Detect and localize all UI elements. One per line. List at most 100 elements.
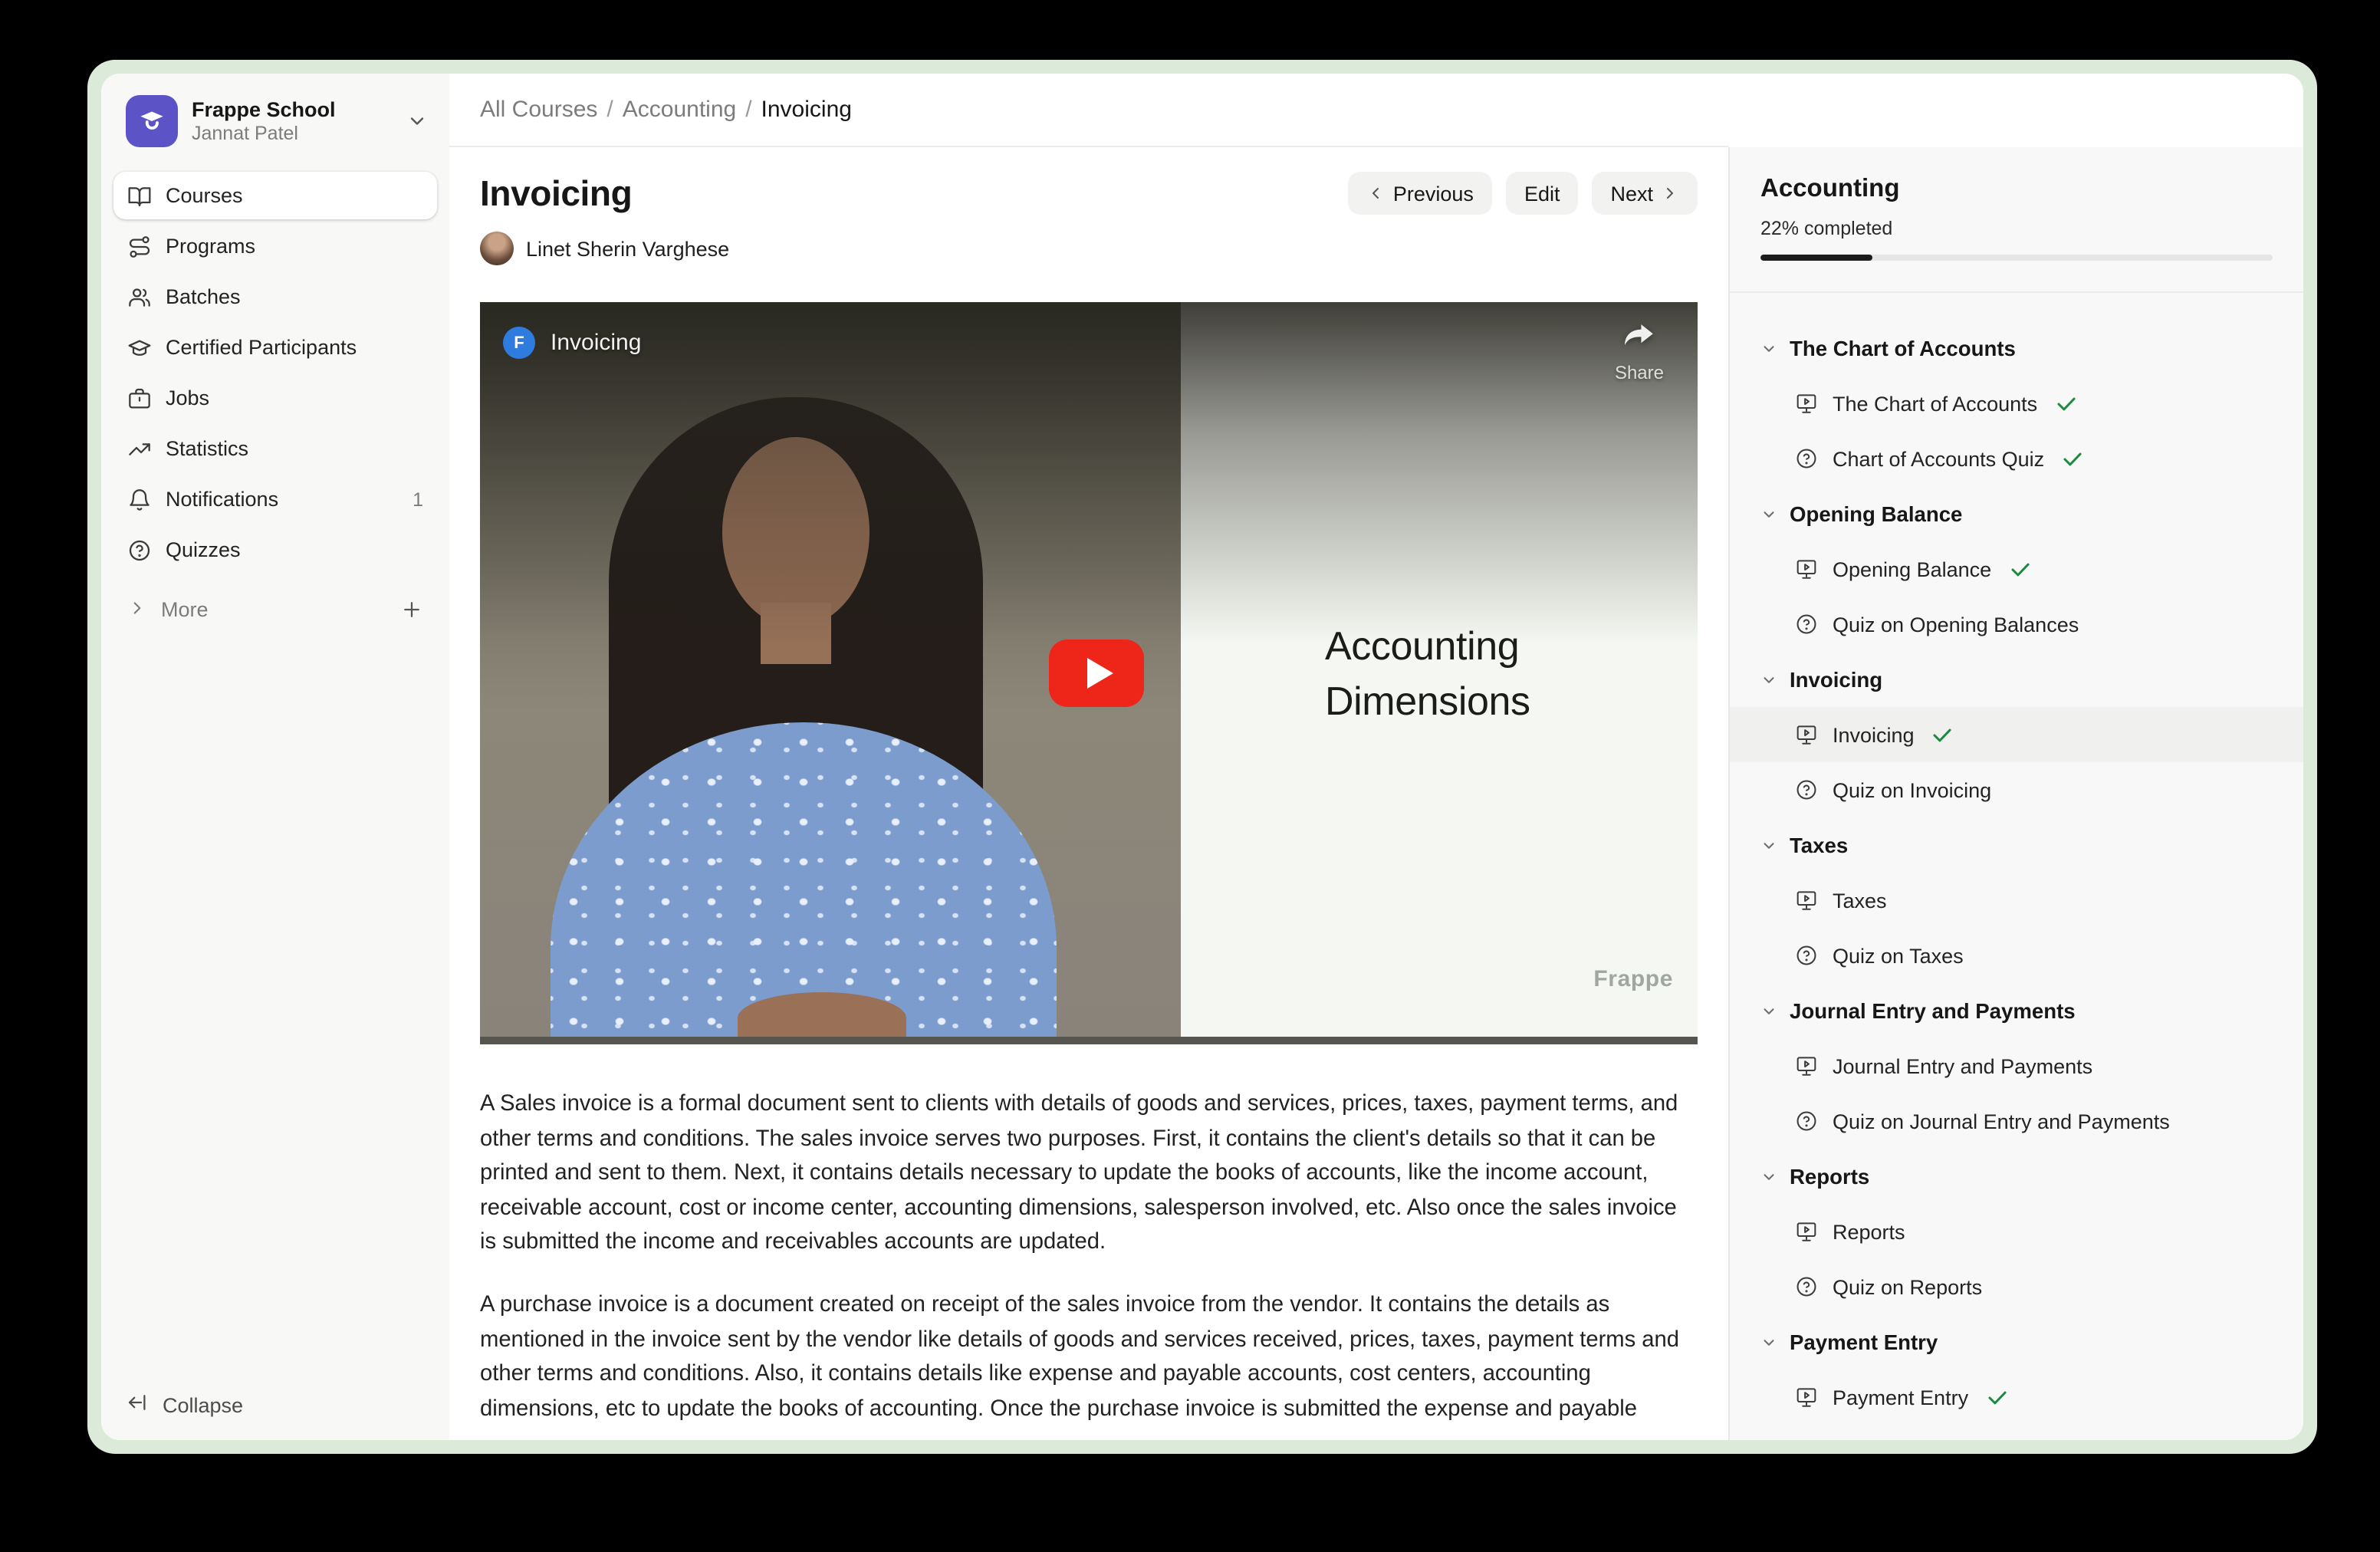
play-button[interactable] xyxy=(1049,640,1144,707)
outline-item-journal-entry-and-payments[interactable]: Journal Entry and Payments xyxy=(1730,1038,2303,1093)
outline-item-the-chart-of-accounts[interactable]: The Chart of Accounts xyxy=(1730,376,2303,431)
sidebar-nav: Courses Programs Batches Certified Parti… xyxy=(101,166,449,574)
notification-count-badge: 1 xyxy=(413,488,423,510)
sidebar-item-jobs[interactable]: Jobs xyxy=(113,374,437,422)
app-frame: Frappe School Jannat Patel Courses Progr… xyxy=(87,60,2317,1454)
outline-item-opening-balance[interactable]: Opening Balance xyxy=(1730,541,2303,597)
check-icon xyxy=(2008,557,2031,580)
outline-section-payment-entry[interactable]: Payment Entry xyxy=(1730,1314,2303,1370)
author-name: Linet Sherin Varghese xyxy=(526,237,729,260)
lesson-icon xyxy=(1794,722,1819,747)
bell-icon xyxy=(127,487,152,511)
chevron-right-icon xyxy=(1661,184,1679,202)
sidebar: Frappe School Jannat Patel Courses Progr… xyxy=(101,74,449,1440)
workspace-switcher[interactable]: Frappe School Jannat Patel xyxy=(101,74,449,166)
check-icon xyxy=(1985,1386,2008,1409)
book-open-icon xyxy=(127,183,152,208)
sidebar-item-courses[interactable]: Courses xyxy=(113,172,437,219)
collapse-sidebar-button[interactable]: Collapse xyxy=(101,1370,449,1440)
collapse-icon xyxy=(126,1391,149,1419)
outline-item-quiz-on-invoicing[interactable]: Quiz on Invoicing xyxy=(1730,762,2303,817)
frappe-watermark: Frappe xyxy=(1593,966,1673,992)
channel-avatar: F xyxy=(503,327,535,359)
next-button[interactable]: Next xyxy=(1592,172,1698,215)
video-title-overlay[interactable]: F Invoicing xyxy=(503,327,641,359)
lesson-content: Invoicing Previous Edit Next xyxy=(449,147,1728,1440)
outline-section-invoicing[interactable]: Invoicing xyxy=(1730,652,2303,707)
outline-item-quiz-on-opening-balances[interactable]: Quiz on Opening Balances xyxy=(1730,597,2303,652)
breadcrumb-all-courses[interactable]: All Courses xyxy=(480,97,597,123)
quiz-icon xyxy=(1794,778,1819,802)
course-title: Accounting xyxy=(1760,175,2273,204)
users-icon xyxy=(127,284,152,309)
chevron-right-icon xyxy=(127,597,147,622)
sidebar-item-certified-participants[interactable]: Certified Participants xyxy=(113,324,437,371)
outline-section-journal-entry-and-payments[interactable]: Journal Entry and Payments xyxy=(1730,983,2303,1038)
route-icon xyxy=(127,234,152,258)
outline-item-invoicing[interactable]: Invoicing xyxy=(1730,707,2303,762)
chevron-down-icon xyxy=(1760,340,1777,357)
workspace-user: Jannat Patel xyxy=(192,123,393,144)
slide-title: Accounting Dimensions xyxy=(1325,618,1530,728)
lesson-paragraph-2: A purchase invoice is a document created… xyxy=(480,1288,1698,1427)
chevron-left-icon xyxy=(1367,184,1386,202)
lesson-icon xyxy=(1794,1385,1819,1409)
sidebar-item-quizzes[interactable]: Quizzes xyxy=(113,526,437,574)
sidebar-item-programs[interactable]: Programs xyxy=(113,222,437,270)
progress-bar-fill xyxy=(1760,255,1873,261)
lesson-icon xyxy=(1794,888,1819,912)
course-progress-header: Accounting 22% completed xyxy=(1730,147,2303,293)
quiz-icon xyxy=(1794,1274,1819,1299)
breadcrumb-current: Invoicing xyxy=(761,97,852,123)
outline-section-opening-balance[interactable]: Opening Balance xyxy=(1730,486,2303,541)
outline-item-quiz-on-taxes[interactable]: Quiz on Taxes xyxy=(1730,928,2303,983)
outline-item-taxes[interactable]: Taxes xyxy=(1730,873,2303,928)
quiz-icon xyxy=(1794,612,1819,636)
outline-item-chart-of-accounts-quiz[interactable]: Chart of Accounts Quiz xyxy=(1730,431,2303,486)
sidebar-item-notifications[interactable]: Notifications 1 xyxy=(113,475,437,523)
chevron-down-icon xyxy=(1760,505,1777,522)
lesson-body-text: A Sales invoice is a formal document sen… xyxy=(480,1087,1698,1427)
previous-button[interactable]: Previous xyxy=(1349,172,1492,215)
quiz-icon xyxy=(1794,943,1819,968)
share-button[interactable]: Share xyxy=(1615,322,1664,383)
quiz-icon xyxy=(1794,1109,1819,1133)
graduation-cap-icon xyxy=(127,335,152,360)
outline-section-taxes[interactable]: Taxes xyxy=(1730,817,2303,873)
frappe-school-logo xyxy=(126,95,178,147)
plus-icon[interactable] xyxy=(400,598,423,621)
video-progress-bar[interactable] xyxy=(480,1037,1698,1044)
chevron-down-icon xyxy=(1760,1333,1777,1350)
check-icon xyxy=(2054,392,2077,415)
outline-item-quiz-on-reports[interactable]: Quiz on Reports xyxy=(1730,1259,2303,1314)
breadcrumb-accounting[interactable]: Accounting xyxy=(623,97,736,123)
video-slide: Accounting Dimensions Frappe xyxy=(1181,302,1698,1044)
video-player[interactable]: Accounting Dimensions Frappe F Invoicing xyxy=(480,302,1698,1044)
lesson-icon xyxy=(1794,391,1819,416)
collapse-label: Collapse xyxy=(163,1393,243,1416)
author-avatar xyxy=(480,232,514,265)
play-icon xyxy=(1086,658,1113,689)
sidebar-item-statistics[interactable]: Statistics xyxy=(113,425,437,472)
outline-item-payment-entry[interactable]: Payment Entry xyxy=(1730,1370,2303,1425)
edit-button[interactable]: Edit xyxy=(1506,172,1579,215)
lesson-icon xyxy=(1794,1219,1819,1244)
page-title: Invoicing xyxy=(480,173,632,214)
share-icon xyxy=(1622,322,1657,360)
lesson-icon xyxy=(1794,557,1819,581)
chevron-down-icon xyxy=(406,110,428,132)
screen: Frappe School Jannat Patel Courses Progr… xyxy=(0,0,2380,1552)
outline-item-quiz-on-journal-entry-and-payments[interactable]: Quiz on Journal Entry and Payments xyxy=(1730,1093,2303,1149)
sidebar-item-batches[interactable]: Batches xyxy=(113,273,437,321)
outline-section-the-chart-of-accounts[interactable]: The Chart of Accounts xyxy=(1730,321,2303,376)
course-outline-panel: Accounting 22% completed The Chart of Ac… xyxy=(1728,147,2303,1440)
more-label: More xyxy=(161,598,209,621)
sidebar-item-more[interactable]: More xyxy=(113,586,437,633)
chevron-down-icon xyxy=(1760,671,1777,688)
outline-item-reports[interactable]: Reports xyxy=(1730,1204,2303,1259)
lesson-paragraph-1: A Sales invoice is a formal document sen… xyxy=(480,1087,1698,1261)
outline-section-reports[interactable]: Reports xyxy=(1730,1149,2303,1204)
app-window: Frappe School Jannat Patel Courses Progr… xyxy=(101,74,2303,1440)
progress-bar xyxy=(1760,255,2273,261)
check-icon xyxy=(2061,447,2084,470)
